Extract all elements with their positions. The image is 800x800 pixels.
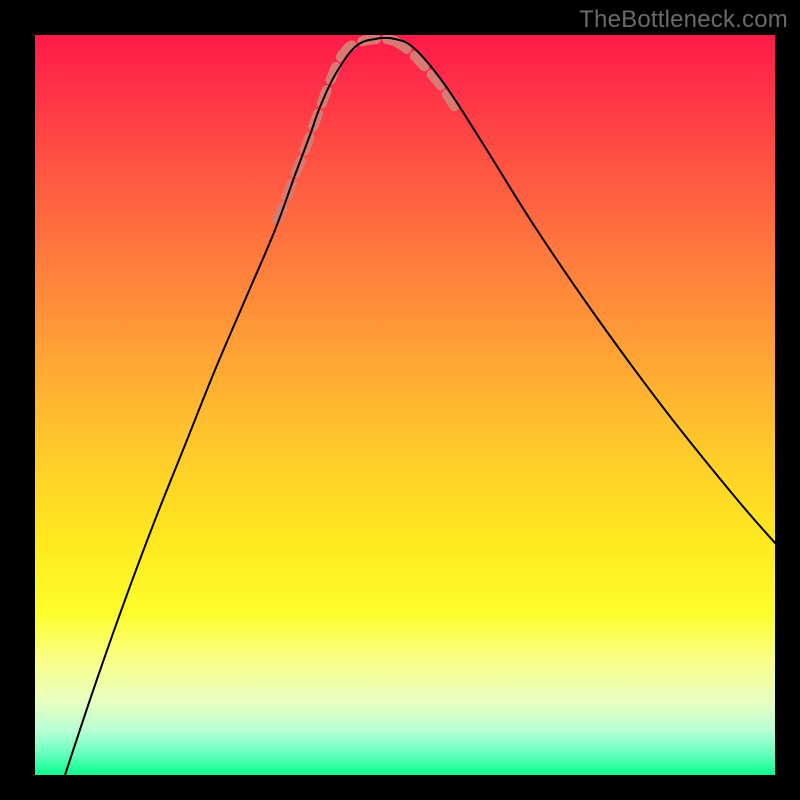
watermark-text: TheBottleneck.com xyxy=(579,6,788,34)
highlight-right-slope xyxy=(395,41,459,114)
chart-canvas: TheBottleneck.com xyxy=(0,0,800,800)
curve-layer xyxy=(35,35,775,775)
plot-area xyxy=(35,35,775,775)
bottleneck-curve xyxy=(65,38,775,775)
